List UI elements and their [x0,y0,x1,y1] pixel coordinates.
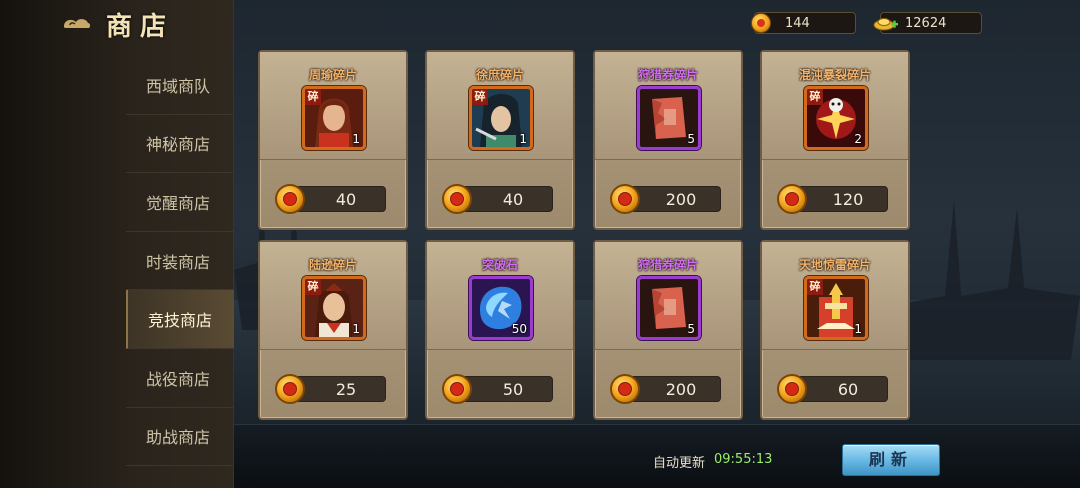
ingot-balance-value: 12624 [905,15,947,31]
shop-item-card[interactable]: 混沌暴裂碎片碎 2 120 [760,50,910,230]
background-ship-right [900,200,1080,360]
nav-item-6[interactable]: 助战商店 [126,408,234,467]
buy-price-button[interactable]: 25 [275,374,386,404]
nav-item-5[interactable]: 战役商店 [126,349,234,408]
shop-item-card[interactable]: 狩猎券碎片 5 200 [593,240,743,420]
item-name: 狩猎券碎片 [637,68,698,82]
shop-item-card[interactable]: 徐庶碎片碎 1 40 [425,50,575,230]
buy-price-button[interactable]: 60 [777,374,888,404]
coin-balance-value: 144 [785,15,810,31]
item-icon-frame[interactable]: 50 [469,276,533,340]
refresh-button[interactable]: 刷新 [842,444,940,476]
shop-item-card[interactable]: 周瑜碎片碎 1 40 [258,50,408,230]
item-name: 陆逊碎片 [308,258,357,272]
item-count: 1 [352,322,360,336]
gold-ingot-plus-icon[interactable] [873,14,899,32]
item-icon-frame[interactable]: 碎1 [469,86,533,150]
item-icon-frame[interactable]: 碎1 [302,276,366,340]
fragment-badge: 碎 [305,89,321,105]
buy-price-button[interactable]: 40 [275,184,386,214]
coin-icon [442,374,472,404]
price-value: 200 [665,190,697,209]
coin-icon [442,184,472,214]
item-count: 5 [687,132,695,146]
coin-icon [777,184,807,214]
fragment-badge: 碎 [305,279,321,295]
coin-icon [610,374,640,404]
shop-item-card[interactable]: 天地惊雷碎片碎 1 60 [760,240,910,420]
fragment-badge: 碎 [472,89,488,105]
buy-price-button[interactable]: 200 [610,374,721,404]
item-count: 50 [511,322,527,336]
item-icon-frame[interactable]: 5 [637,86,701,150]
nav-item-3[interactable]: 时装商店 [126,232,234,291]
coin-balance: 144 [751,12,856,34]
item-name: 混沌暴裂碎片 [798,68,871,82]
item-name: 天地惊雷碎片 [798,258,871,272]
item-icon-frame[interactable]: 碎1 [804,276,868,340]
item-count: 1 [352,132,360,146]
buy-price-button[interactable]: 50 [442,374,553,404]
price-value: 40 [502,190,524,209]
item-icon-frame[interactable]: 5 [637,276,701,340]
coin-icon [751,13,771,33]
item-name: 周瑜碎片 [308,68,357,82]
nav-item-4[interactable]: 竞技商店 [126,290,234,349]
nav-item-1[interactable]: 神秘商店 [126,115,234,174]
buy-price-button[interactable]: 200 [610,184,721,214]
item-count: 5 [687,322,695,336]
page-title: 商店 [106,11,175,42]
shop-title-bar: 商店 [0,0,234,48]
coin-icon [777,374,807,404]
cloud-ornament-icon [62,14,92,34]
price-value: 60 [837,380,859,399]
coin-icon [275,184,305,214]
item-icon-frame[interactable]: 碎2 [804,86,868,150]
auto-refresh-label: 自动更新 [653,456,706,471]
price-value: 120 [832,190,864,209]
fragment-badge: 碎 [807,89,823,105]
coin-icon [610,184,640,214]
auto-refresh-countdown: 09:55:13 [714,452,773,467]
shop-item-card[interactable]: 陆逊碎片碎 1 25 [258,240,408,420]
ingot-balance[interactable]: 12624 [873,12,982,34]
item-name: 徐庶碎片 [475,68,524,82]
shop-item-card[interactable]: 狩猎券碎片 5 200 [593,50,743,230]
buy-price-button[interactable]: 120 [777,184,888,214]
price-value: 40 [335,190,357,209]
item-icon-frame[interactable]: 碎1 [302,86,366,150]
price-value: 25 [335,380,357,399]
price-value: 200 [665,380,697,399]
nav-item-2[interactable]: 觉醒商店 [126,173,234,232]
item-name: 突破石 [481,258,518,272]
coin-icon [275,374,305,404]
shop-item-card[interactable]: 突破石 50 50 [425,240,575,420]
item-count: 2 [854,132,862,146]
fragment-badge: 碎 [807,279,823,295]
buy-price-button[interactable]: 40 [442,184,553,214]
shop-sidebar: 商店 西域商队 神秘商店 觉醒商店 时装商店 竞技商店 战役商店 助战商店 [0,0,234,488]
item-count: 1 [519,132,527,146]
nav-item-0[interactable]: 西域商队 [126,56,234,115]
item-name: 狩猎券碎片 [637,258,698,272]
shop-nav: 西域商队 神秘商店 觉醒商店 时装商店 竞技商店 战役商店 助战商店 [126,56,234,467]
price-value: 50 [502,380,524,399]
item-count: 1 [854,322,862,336]
